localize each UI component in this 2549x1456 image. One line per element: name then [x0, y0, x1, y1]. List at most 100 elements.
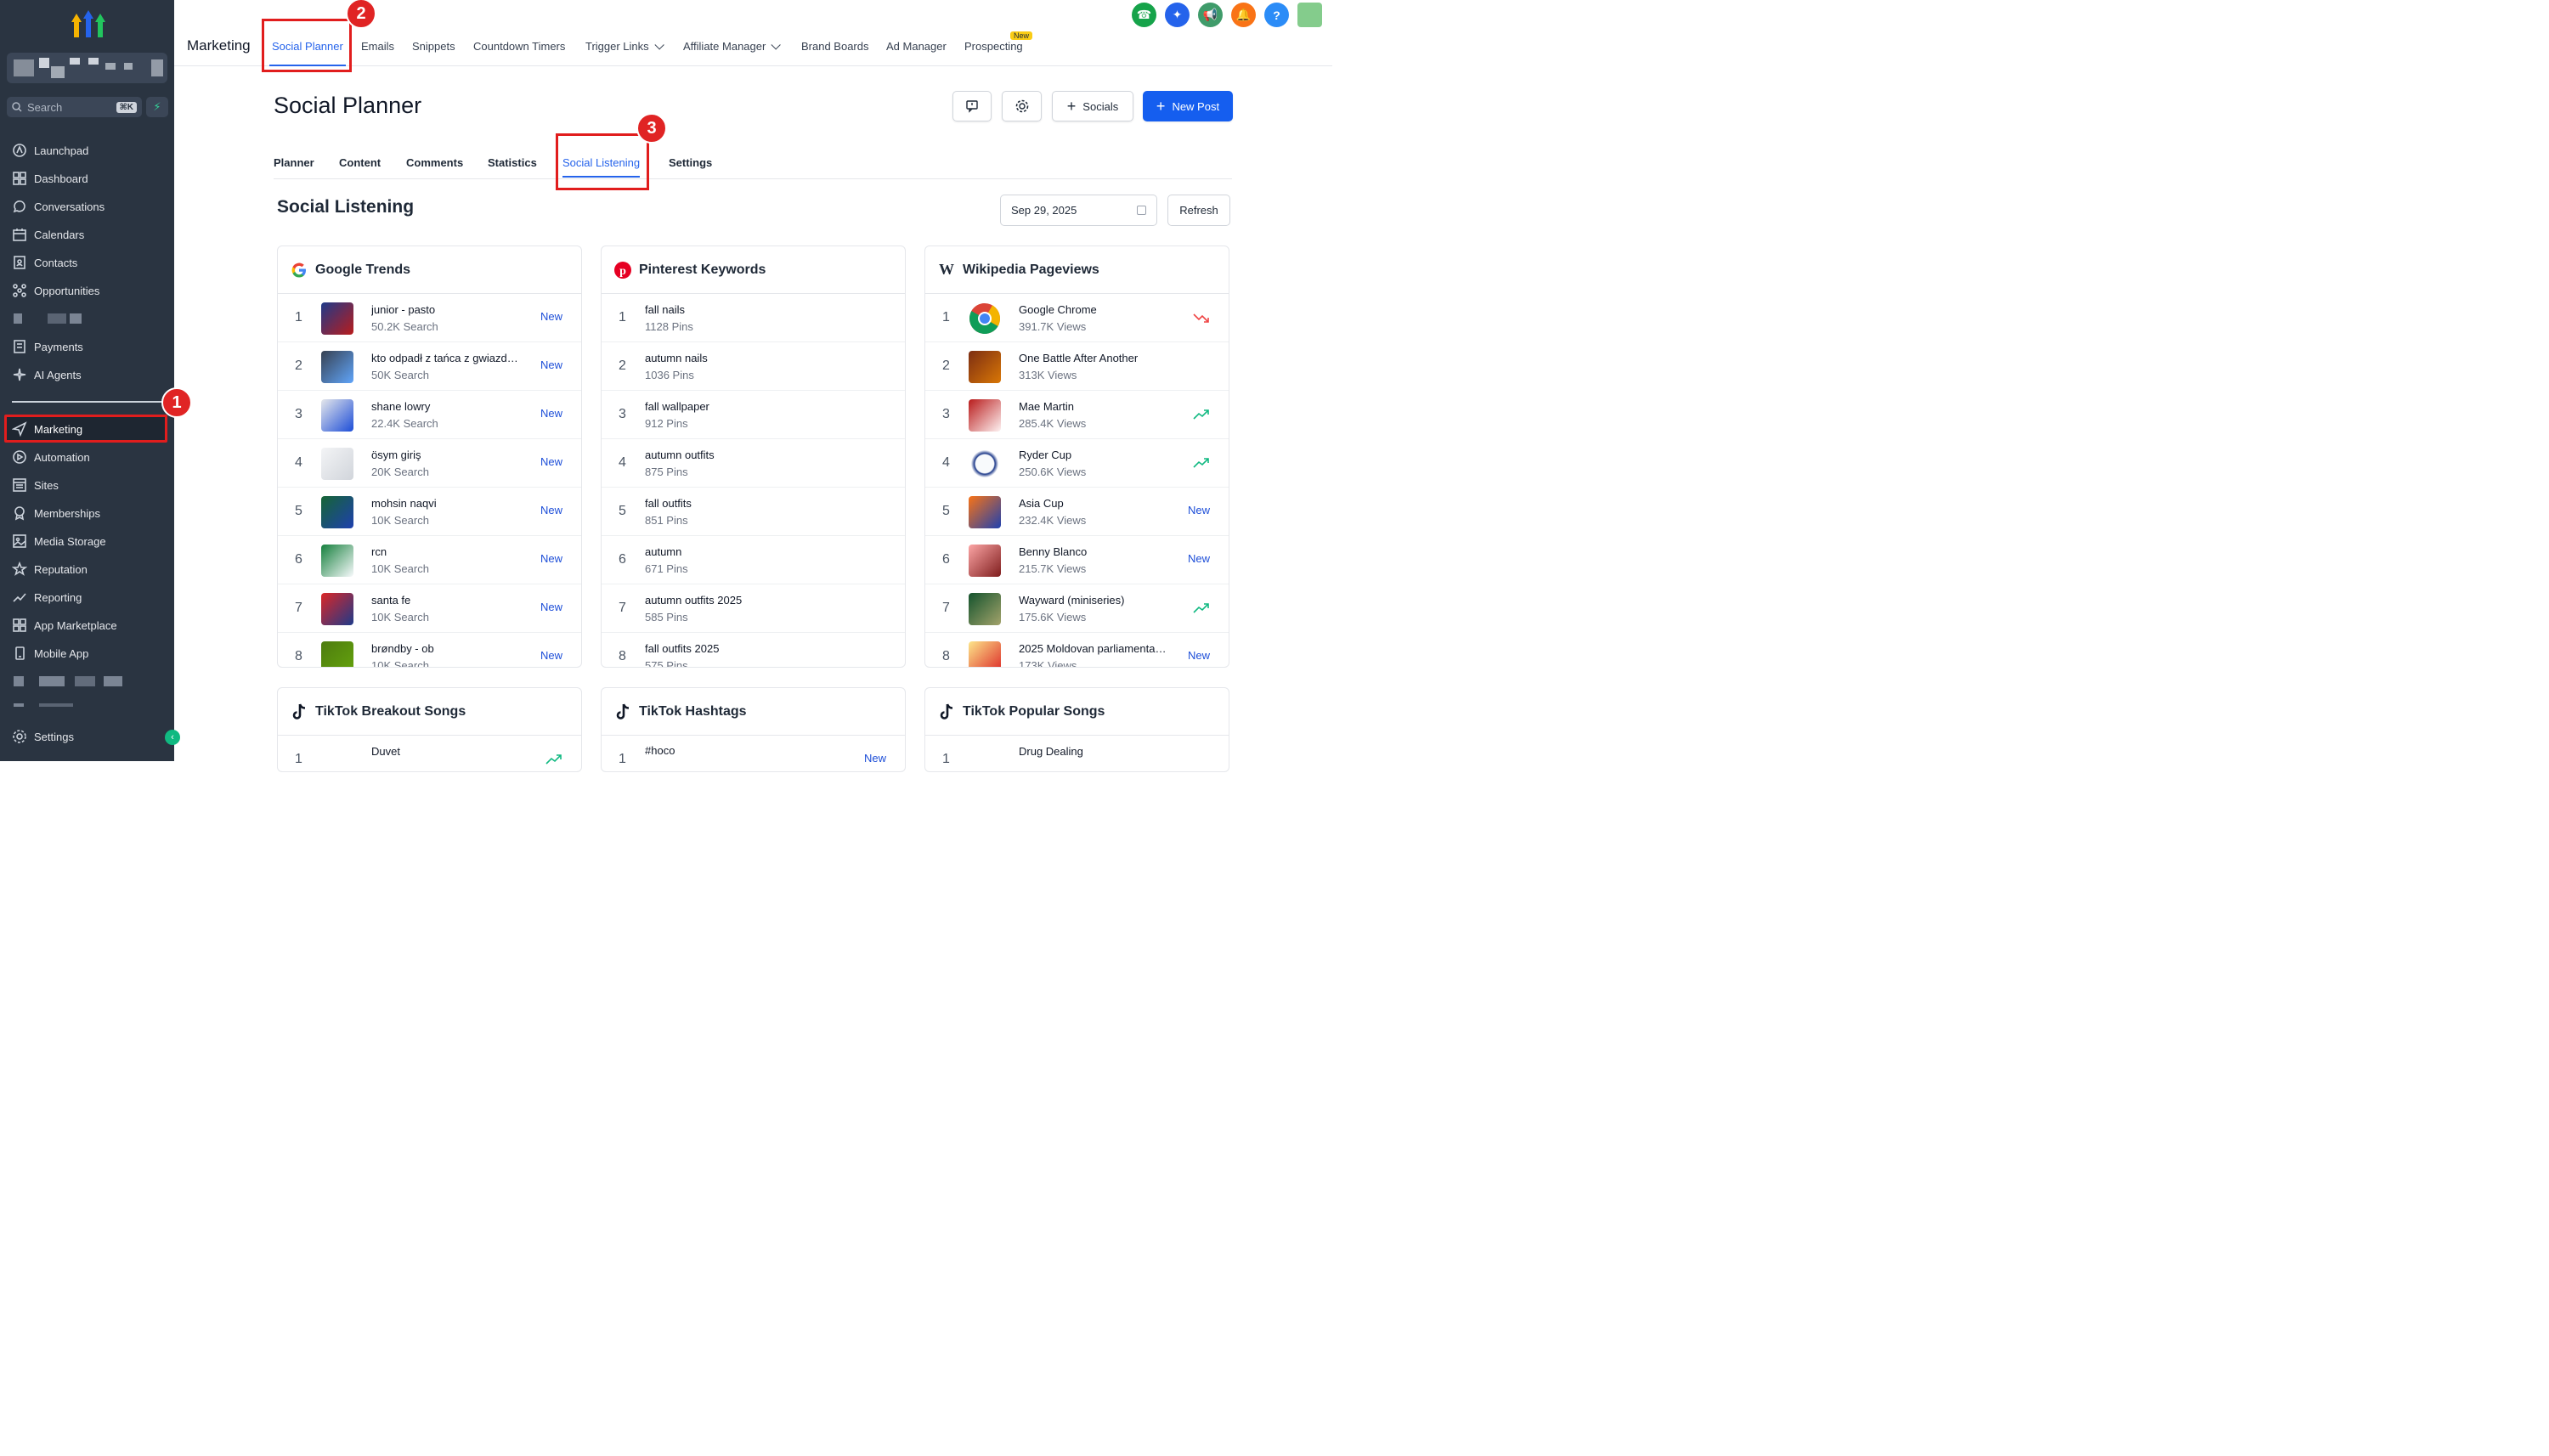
card-title: TikTok Hashtags [639, 703, 747, 719]
account-switcher[interactable] [7, 53, 167, 83]
bell-icon[interactable]: 🔔 [1231, 3, 1256, 27]
sidebar-item-automation[interactable]: Automation [12, 448, 90, 466]
list-item[interactable]: 2 kto odpadł z tańca z gwiazdami 50K Searc… [278, 342, 581, 391]
sidebar-item-media-storage[interactable]: Media Storage [12, 532, 106, 550]
date-picker[interactable]: Sep 29, 2025 [1000, 195, 1157, 226]
list-item[interactable]: 6 autumn 671 Pins [602, 536, 905, 584]
sidebar-item-blurred[interactable] [14, 676, 122, 688]
rank: 1 [942, 752, 950, 766]
sidebar-item-mobile-app[interactable]: Mobile App [12, 644, 88, 663]
card-title: TikTok Popular Songs [963, 703, 1105, 719]
sidebar-item-label: Memberships [34, 506, 101, 520]
sidebar-item-blurred[interactable] [14, 703, 73, 715]
sidebar-item-reporting[interactable]: Reporting [12, 588, 82, 607]
list-item[interactable]: 3 Mae Martin 285.4K Views [925, 391, 1229, 439]
subtab-comments[interactable]: Comments [406, 156, 463, 169]
sidebar-divider [12, 401, 163, 403]
list-item[interactable]: 2 autumn nails 1036 Pins [602, 342, 905, 391]
sidebar-item-settings[interactable]: Settings [12, 727, 74, 746]
tab-emails[interactable]: Emails [361, 40, 394, 53]
list-item[interactable]: 1 Drug Dealing [925, 736, 1229, 771]
list-item[interactable]: 5 Asia Cup 232.4K Views New [925, 488, 1229, 536]
sidebar-item-dashboard[interactable]: Dashboard [12, 169, 88, 188]
tiktok-hashtags-card: TikTok Hashtags 1 #hoco New [601, 687, 906, 772]
sidebar-item-opportunities[interactable]: Opportunities [12, 281, 99, 300]
list-item[interactable]: 5 fall outfits 851 Pins [602, 488, 905, 536]
sidebar-item-launchpad[interactable]: Launchpad [12, 141, 88, 160]
trend-up-icon [1193, 409, 1209, 420]
list-item[interactable]: 6 Benny Blanco 215.7K Views New [925, 536, 1229, 584]
sidebar-item-memberships[interactable]: Memberships [12, 504, 100, 522]
avatar[interactable] [1297, 3, 1322, 27]
list-item[interactable]: 5 mohsin naqvi 10K Search New [278, 488, 581, 536]
tab-trigger-links[interactable]: Trigger Links [585, 40, 664, 53]
sidebar-item-label: Automation [34, 450, 90, 464]
phone-icon[interactable]: ☎ [1132, 3, 1156, 27]
sidebar-item-marketing[interactable]: Marketing [12, 420, 82, 438]
list-item[interactable]: 8 fall outfits 2025 575 Pins [602, 633, 905, 667]
new-tag: New [863, 752, 886, 765]
thumbnail [969, 399, 1001, 432]
sidebar-item-payments[interactable]: Payments [12, 337, 83, 356]
item-name: fall outfits 2025 [645, 642, 720, 655]
sidebar-item-contacts[interactable]: Contacts [12, 253, 77, 272]
sidebar-item-blurred[interactable] [14, 313, 82, 325]
sidebar-item-label: Reputation [34, 562, 88, 576]
list-item[interactable]: 1 Google Chrome 391.7K Views [925, 294, 1229, 342]
sidebar-item-ai-agents[interactable]: AI Agents [12, 365, 82, 384]
rocket-icon [13, 144, 26, 157]
tab-prospecting[interactable]: Prospecting [964, 40, 1023, 53]
list-item[interactable]: 1 fall nails 1128 Pins [602, 294, 905, 342]
list-item[interactable]: 6 rcn 10K Search New [278, 536, 581, 584]
list-item[interactable]: 4 autumn outfits 875 Pins [602, 439, 905, 488]
sidebar-item-calendars[interactable]: Calendars [12, 225, 84, 244]
list-item[interactable]: 7 autumn outfits 2025 585 Pins [602, 584, 905, 633]
sidebar: Search ⌘K ⚡ Launchpad Dashboard Conversa… [0, 0, 180, 761]
thumbnail [321, 302, 353, 335]
socials-button[interactable]: + Socials [1052, 91, 1133, 121]
calendar-icon [1137, 206, 1146, 215]
magic-wand-icon[interactable]: ✦ [1165, 3, 1190, 27]
subtab-planner[interactable]: Planner [274, 156, 314, 169]
sidebar-search[interactable]: Search ⌘K [7, 97, 142, 117]
list-item[interactable]: 1 Duvet [278, 736, 581, 771]
list-item[interactable]: 4 Ryder Cup 250.6K Views [925, 439, 1229, 488]
item-name: One Battle After Another [1019, 352, 1139, 364]
rank: 5 [942, 504, 950, 518]
list-item[interactable]: 1 junior - pasto 50.2K Search New [278, 294, 581, 342]
list-item[interactable]: 3 fall wallpaper 912 Pins [602, 391, 905, 439]
gear-icon [13, 730, 26, 743]
new-post-button[interactable]: + New Post [1143, 91, 1233, 121]
help-icon[interactable]: ? [1264, 3, 1289, 27]
item-name: Asia Cup [1019, 497, 1064, 510]
list-item[interactable]: 3 shane lowry 22.4K Search New [278, 391, 581, 439]
list-item[interactable]: 7 santa fe 10K Search New [278, 584, 581, 633]
list-item[interactable]: 4 ösym giriş 20K Search New [278, 439, 581, 488]
tab-affiliate-manager[interactable]: Affiliate Manager [683, 40, 782, 53]
tiktok-popular-songs-card: TikTok Popular Songs 1 Drug Dealing [924, 687, 1229, 772]
list-item[interactable]: 2 One Battle After Another 313K Views [925, 342, 1229, 391]
sidebar-item-reputation[interactable]: Reputation [12, 560, 88, 578]
sidebar-item-conversations[interactable]: Conversations [12, 197, 105, 216]
item-name: Duvet [371, 745, 400, 758]
list-item[interactable]: 8 2025 Moldovan parliamentary election 173… [925, 633, 1229, 667]
list-item[interactable]: 8 brøndby - ob 10K Search New [278, 633, 581, 667]
sidebar-item-app-marketplace[interactable]: App Marketplace [12, 616, 117, 635]
settings-button[interactable] [1002, 91, 1042, 121]
tab-ad-manager[interactable]: Ad Manager [886, 40, 947, 53]
tab-countdown-timers[interactable]: Countdown Timers [473, 40, 565, 53]
subtab-statistics[interactable]: Statistics [488, 156, 537, 169]
tab-brand-boards[interactable]: Brand Boards [801, 40, 869, 53]
subtab-settings[interactable]: Settings [669, 156, 712, 169]
feedback-button[interactable] [952, 91, 992, 121]
quick-action-button[interactable]: ⚡ [146, 97, 168, 117]
sidebar-item-label: Launchpad [34, 144, 89, 157]
sidebar-item-sites[interactable]: Sites [12, 476, 59, 494]
list-item[interactable]: 1 #hoco New [602, 736, 905, 771]
tab-snippets[interactable]: Snippets [412, 40, 455, 53]
refresh-button[interactable]: Refresh [1167, 195, 1230, 226]
megaphone-icon[interactable]: 📢 [1198, 3, 1223, 27]
collapse-sidebar-button[interactable]: ‹ [165, 730, 180, 745]
subtab-content[interactable]: Content [339, 156, 381, 169]
list-item[interactable]: 7 Wayward (miniseries) 175.6K Views [925, 584, 1229, 633]
